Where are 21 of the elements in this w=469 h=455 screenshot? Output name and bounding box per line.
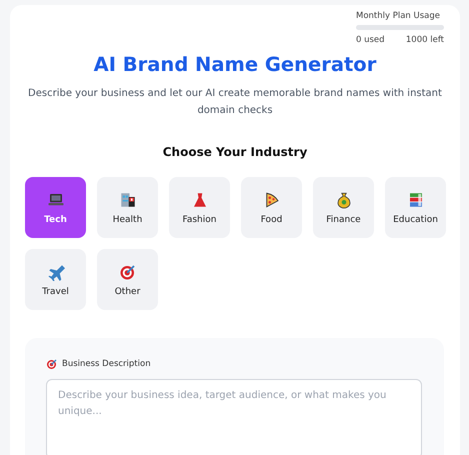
page-title: AI Brand Name Generator bbox=[92, 53, 378, 76]
section-heading: Choose Your Industry bbox=[162, 145, 308, 159]
industry-option[interactable]: Other bbox=[97, 249, 158, 310]
field-label: Business Description bbox=[62, 359, 151, 369]
left-count: 1000 left bbox=[406, 35, 444, 45]
description-field[interactable]: Describe your business idea, target audience, or what makes you unique... bbox=[46, 379, 422, 455]
target-icon bbox=[46, 358, 58, 370]
usage-title: Monthly Plan Usage bbox=[356, 11, 442, 21]
industry-option[interactable]: Food bbox=[241, 177, 302, 238]
page-subtitle: Describe your business and let our AI create memorable brand names with instant domain checks bbox=[27, 87, 443, 118]
building-icon bbox=[118, 190, 136, 208]
industry-option[interactable]: Travel bbox=[25, 249, 86, 310]
industry-option[interactable]: Fashion bbox=[169, 177, 230, 238]
industry-option[interactable]: Tech bbox=[25, 177, 86, 238]
target-icon bbox=[118, 262, 136, 280]
airplane-icon bbox=[46, 262, 64, 280]
industry-option[interactable]: Education bbox=[385, 177, 446, 238]
industry-option[interactable]: Finance bbox=[313, 177, 374, 238]
industry-option[interactable]: Health bbox=[97, 177, 158, 238]
used-count: 0 used bbox=[356, 35, 385, 45]
money-bag-icon bbox=[334, 190, 352, 208]
